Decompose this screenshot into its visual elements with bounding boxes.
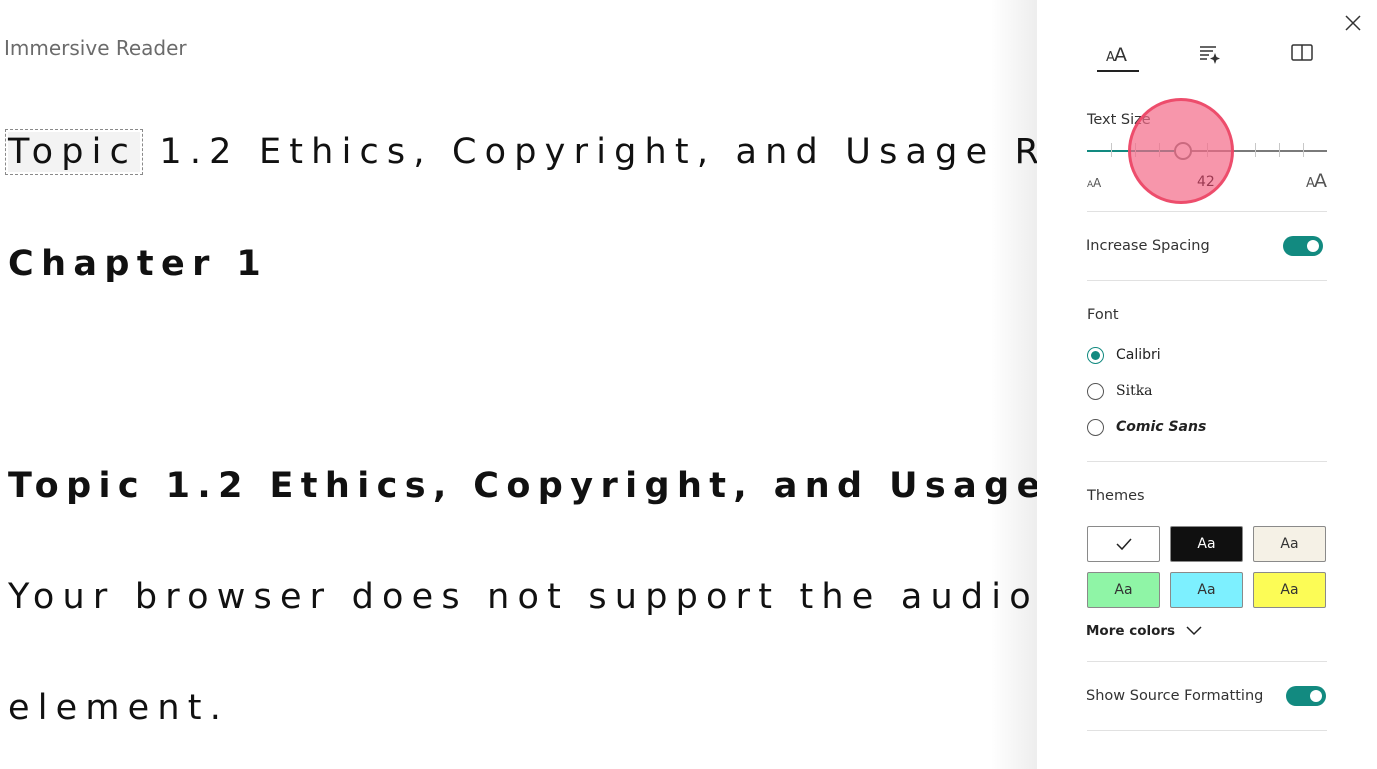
font-option-label: Comic Sans	[1116, 419, 1207, 435]
more-colors-label: More colors	[1086, 623, 1176, 639]
theme-swatch-white[interactable]	[1087, 526, 1160, 562]
touch-indicator	[1128, 98, 1234, 204]
radio-button	[1087, 418, 1104, 436]
highlighted-word[interactable]: Topic	[4, 129, 144, 175]
close-icon	[1345, 15, 1361, 31]
theme-swatch-black[interactable]: Aa	[1170, 526, 1243, 562]
reader-paragraph: Your browser does not support the audio	[8, 577, 1039, 617]
radio-button	[1087, 346, 1104, 364]
checkmark-icon	[1115, 538, 1132, 551]
tab-text-preferences[interactable]: A A	[1097, 34, 1139, 72]
divider	[1087, 461, 1327, 462]
divider	[1087, 280, 1327, 281]
font-option-sitka[interactable]: Sitka	[1087, 380, 1153, 402]
slider-tick	[1279, 143, 1280, 157]
svg-text:A: A	[1314, 170, 1327, 190]
book-icon	[1291, 44, 1313, 61]
show-source-formatting-toggle[interactable]	[1286, 686, 1326, 706]
increase-spacing-toggle[interactable]	[1283, 236, 1323, 256]
settings-panel: A A Text Size A A 42 A A Increase Spacin…	[1037, 0, 1377, 769]
divider	[1087, 661, 1327, 662]
grammar-sparkle-icon	[1200, 46, 1220, 64]
tab-reading-preferences[interactable]	[1281, 34, 1323, 72]
svg-text:A: A	[1093, 176, 1102, 190]
themes-label: Themes	[1087, 488, 1145, 504]
show-source-formatting-label: Show Source Formatting	[1086, 688, 1264, 704]
theme-swatch-cyan[interactable]: Aa	[1170, 572, 1243, 608]
chapter-heading: Chapter 1	[8, 244, 269, 284]
divider	[1087, 730, 1327, 731]
increase-spacing-label: Increase Spacing	[1086, 238, 1210, 254]
svg-text:A: A	[1114, 44, 1127, 64]
chevron-down-icon	[1186, 626, 1202, 636]
panel-tabs: A A	[1087, 34, 1377, 74]
font-option-label: Calibri	[1116, 347, 1161, 363]
small-text-icon: A A	[1087, 176, 1102, 190]
radio-button	[1087, 382, 1104, 400]
theme-swatch-sepia[interactable]: Aa	[1253, 526, 1326, 562]
topic-heading: Topic 1.2 Ethics, Copyright, and Usage R…	[8, 466, 1122, 506]
panel-shadow	[990, 0, 1038, 769]
large-text-icon: A A	[1306, 170, 1327, 190]
reader-text: 1.2 Ethics, Copyright, and Usage Rig	[140, 132, 1096, 172]
theme-swatch-yellow[interactable]: Aa	[1253, 572, 1326, 608]
reader-paragraph-continuation: element.	[8, 688, 230, 728]
slider-tick	[1255, 143, 1256, 157]
font-option-calibri[interactable]: Calibri	[1087, 344, 1161, 366]
font-option-label: Sitka	[1116, 383, 1153, 399]
font-label: Font	[1087, 307, 1119, 323]
theme-swatch-green[interactable]: Aa	[1087, 572, 1160, 608]
font-option-comic-sans[interactable]: Comic Sans	[1087, 416, 1206, 438]
divider	[1087, 211, 1327, 212]
app-title: Immersive Reader	[4, 36, 187, 60]
text-size-value: 42	[1197, 174, 1215, 190]
close-button[interactable]	[1342, 12, 1364, 34]
more-colors-button[interactable]: More colors	[1086, 623, 1203, 639]
slider-tick	[1303, 143, 1304, 157]
reader-line-1: Topic 1.2 Ethics, Copyright, and Usage R…	[4, 129, 1096, 175]
tab-grammar-options[interactable]	[1189, 34, 1231, 72]
slider-tick	[1111, 143, 1112, 157]
text-size-icon: A A	[1106, 44, 1127, 64]
